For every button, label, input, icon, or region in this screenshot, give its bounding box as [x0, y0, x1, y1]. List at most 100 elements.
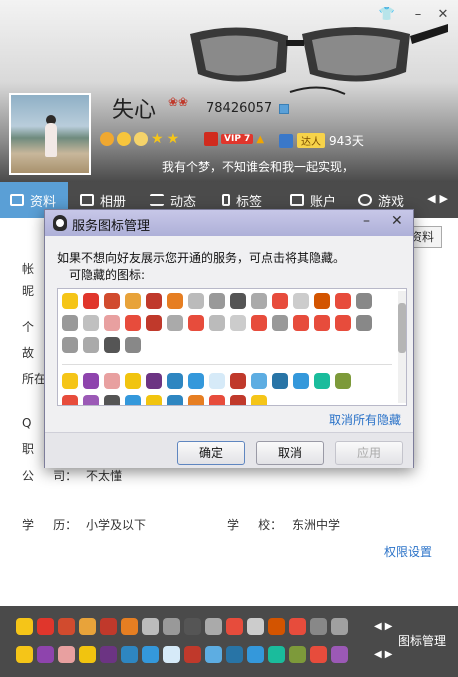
- service-icon[interactable]: [121, 646, 138, 663]
- service-icon[interactable]: [230, 315, 246, 331]
- service-icon[interactable]: [226, 618, 243, 635]
- apply-button[interactable]: 应用: [335, 441, 403, 465]
- service-icon[interactable]: [251, 315, 267, 331]
- service-icon[interactable]: [184, 646, 201, 663]
- service-icon[interactable]: [125, 373, 141, 389]
- service-icon[interactable]: [125, 395, 141, 405]
- icon-row-arrows[interactable]: ◀▶: [374, 621, 395, 632]
- service-icon[interactable]: [268, 646, 285, 663]
- service-icon[interactable]: [314, 373, 330, 389]
- service-icon[interactable]: [58, 618, 75, 635]
- service-icon[interactable]: [79, 646, 96, 663]
- cancel-button[interactable]: 取消: [256, 441, 324, 465]
- service-icon[interactable]: [163, 646, 180, 663]
- service-icon[interactable]: [125, 315, 141, 331]
- service-icon[interactable]: [209, 373, 225, 389]
- service-icon[interactable]: [125, 337, 141, 353]
- app-icon[interactable]: [37, 646, 54, 663]
- icon-list-scrollbar[interactable]: [398, 291, 406, 403]
- unhide-all-link[interactable]: 取消所有隐藏: [329, 411, 401, 428]
- service-icon[interactable]: [230, 395, 246, 405]
- service-icon[interactable]: [247, 618, 264, 635]
- service-icon[interactable]: [83, 315, 99, 331]
- service-icon[interactable]: [226, 646, 243, 663]
- service-icon[interactable]: [62, 315, 78, 331]
- service-icon[interactable]: [79, 618, 96, 635]
- service-icon[interactable]: [83, 395, 99, 405]
- service-icon[interactable]: [230, 293, 246, 309]
- vip-badge[interactable]: VIP 7 ▲: [204, 132, 264, 146]
- service-icon[interactable]: [205, 618, 222, 635]
- service-icon[interactable]: [104, 395, 120, 405]
- service-icon[interactable]: [125, 293, 141, 309]
- service-icon[interactable]: [335, 315, 351, 331]
- service-icon[interactable]: [104, 315, 120, 331]
- service-icon[interactable]: [331, 618, 348, 635]
- service-icon[interactable]: [184, 618, 201, 635]
- minimize-icon[interactable]: –: [363, 213, 370, 229]
- diamond-icon[interactable]: [16, 618, 33, 635]
- service-icon[interactable]: [58, 646, 75, 663]
- service-icon[interactable]: [251, 373, 267, 389]
- star-icon[interactable]: [62, 373, 78, 389]
- service-icon[interactable]: [251, 395, 267, 405]
- service-icon[interactable]: [104, 293, 120, 309]
- service-icon[interactable]: [167, 293, 183, 309]
- service-icon[interactable]: [62, 395, 78, 405]
- service-icon[interactable]: [209, 395, 225, 405]
- service-icon[interactable]: [83, 293, 99, 309]
- ok-button[interactable]: 确定: [177, 441, 245, 465]
- service-icon[interactable]: [272, 315, 288, 331]
- service-icon[interactable]: [335, 293, 351, 309]
- service-icon[interactable]: [272, 373, 288, 389]
- service-icon[interactable]: [230, 373, 246, 389]
- service-icon[interactable]: [146, 293, 162, 309]
- service-icon[interactable]: [167, 373, 183, 389]
- service-icon[interactable]: [163, 618, 180, 635]
- service-icon[interactable]: [146, 395, 162, 405]
- service-icon[interactable]: [289, 618, 306, 635]
- tab-scroll-arrows[interactable]: ◀▶: [427, 192, 452, 205]
- service-icon[interactable]: [251, 293, 267, 309]
- service-icon[interactable]: [314, 315, 330, 331]
- service-icon[interactable]: [310, 618, 327, 635]
- avatar[interactable]: [9, 93, 91, 175]
- service-icon[interactable]: [100, 646, 117, 663]
- star-icon[interactable]: [16, 646, 33, 663]
- app-icon[interactable]: [83, 373, 99, 389]
- close-icon[interactable]: ✕: [391, 213, 403, 229]
- icon-row-arrows[interactable]: ◀▶: [374, 649, 395, 660]
- service-icon[interactable]: [335, 373, 351, 389]
- service-icon[interactable]: [209, 293, 225, 309]
- close-icon[interactable]: ✕: [434, 6, 452, 24]
- service-icon[interactable]: [142, 618, 159, 635]
- service-icon[interactable]: [209, 315, 225, 331]
- service-icon[interactable]: [356, 315, 372, 331]
- service-icon[interactable]: [83, 337, 99, 353]
- service-icon[interactable]: [293, 373, 309, 389]
- service-icon[interactable]: [142, 646, 159, 663]
- permission-settings-link[interactable]: 权限设置: [384, 543, 432, 560]
- qq-card-icon[interactable]: [279, 104, 289, 114]
- service-icon[interactable]: [356, 293, 372, 309]
- service-icon[interactable]: [247, 646, 264, 663]
- service-icon[interactable]: [272, 293, 288, 309]
- service-icon[interactable]: [310, 646, 327, 663]
- service-icon[interactable]: [104, 373, 120, 389]
- daren-badge[interactable]: 达人 943天: [279, 132, 364, 149]
- service-icon[interactable]: [121, 618, 138, 635]
- service-icon[interactable]: [289, 646, 306, 663]
- service-icon[interactable]: [188, 395, 204, 405]
- skin-icon[interactable]: 👕: [378, 6, 396, 24]
- service-icon[interactable]: [268, 618, 285, 635]
- service-icon[interactable]: [205, 646, 222, 663]
- service-icon[interactable]: [293, 293, 309, 309]
- service-icon[interactable]: [167, 315, 183, 331]
- service-icon[interactable]: [293, 315, 309, 331]
- service-icon[interactable]: [314, 293, 330, 309]
- service-icon[interactable]: [100, 618, 117, 635]
- minimize-icon[interactable]: –: [409, 6, 427, 24]
- level-badges[interactable]: ★ ★: [100, 131, 179, 147]
- hideable-icon-list[interactable]: [57, 288, 407, 406]
- icon-management-button[interactable]: 图标管理: [398, 632, 446, 649]
